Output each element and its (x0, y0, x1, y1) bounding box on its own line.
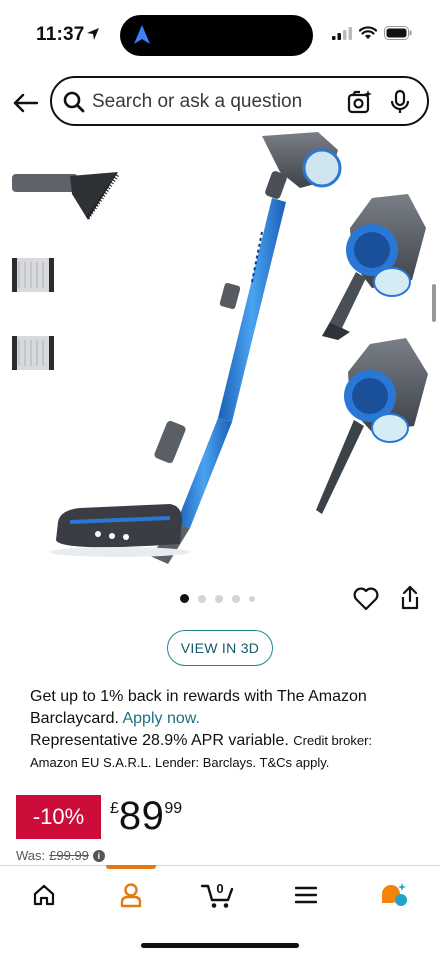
wifi-icon (359, 26, 377, 39)
dynamic-island (120, 15, 313, 56)
pagination-dot[interactable] (232, 594, 240, 603)
price-whole: 89 (118, 794, 165, 838)
nav-account[interactable] (111, 878, 151, 912)
status-time: 11:37 (36, 24, 85, 45)
cellular-signal-icon (332, 26, 352, 40)
product-gallery[interactable] (0, 132, 440, 587)
status-icons (332, 26, 412, 40)
pagination-dot-active[interactable] (180, 594, 189, 603)
thumbnail-filter-2[interactable] (12, 336, 54, 370)
apr-text: Representative 28.9% APR variable. (30, 732, 289, 749)
search-bar[interactable] (50, 76, 429, 126)
nav-cart[interactable]: 0 (198, 878, 238, 912)
back-button[interactable] (10, 88, 40, 118)
scroll-indicator (432, 284, 436, 322)
vacuum-handheld-1 (322, 194, 426, 340)
rewards-promo: Get up to 1% back in rewards with The Am… (30, 686, 415, 774)
was-price-value: £99.99 (49, 848, 89, 863)
apply-now-link[interactable]: Apply now. (122, 710, 199, 727)
thumbnail-filter-1[interactable] (12, 258, 54, 292)
image-pagination[interactable] (180, 594, 255, 603)
rufus-assistant-icon (382, 883, 407, 906)
menu-icon (295, 886, 317, 904)
home-indicator (141, 943, 299, 948)
navigation-app-icon (134, 25, 150, 44)
vacuum-handheld-2 (316, 338, 428, 514)
price: £ 89 99 (110, 794, 182, 842)
pagination-dot[interactable] (198, 594, 206, 603)
account-icon (120, 883, 142, 908)
nav-home[interactable] (24, 878, 64, 912)
price-fraction: 99 (164, 800, 183, 817)
battery-icon (384, 26, 412, 40)
pagination-dot[interactable] (249, 595, 255, 602)
currency-symbol: £ (110, 800, 119, 817)
nav-rufus[interactable] (374, 878, 414, 912)
wishlist-heart-icon[interactable] (353, 587, 379, 611)
was-label: Was: (16, 848, 46, 863)
share-icon[interactable] (399, 585, 421, 611)
home-icon (33, 884, 55, 906)
discount-badge: -10% (16, 795, 101, 839)
nav-menu[interactable] (286, 878, 326, 912)
status-bar: 11:37 (0, 0, 440, 70)
info-icon[interactable]: i (92, 849, 105, 862)
search-input[interactable] (92, 89, 342, 115)
thumbnail-nozzle[interactable] (12, 172, 120, 220)
search-icon (63, 91, 85, 113)
microphone-icon[interactable] (389, 89, 411, 115)
nav-active-indicator (106, 865, 156, 869)
product-image[interactable] (0, 132, 440, 587)
pagination-dot[interactable] (215, 594, 223, 603)
view-in-3d-button[interactable]: VIEW IN 3D (167, 630, 273, 666)
search-row (0, 76, 440, 128)
cart-count: 0 (216, 881, 223, 896)
back-arrow-icon (13, 93, 38, 113)
was-price: Was: £99.99 i (16, 848, 105, 863)
camera-search-icon[interactable] (347, 89, 373, 115)
location-arrow-icon (87, 28, 99, 40)
cart-icon: 0 (200, 881, 234, 908)
